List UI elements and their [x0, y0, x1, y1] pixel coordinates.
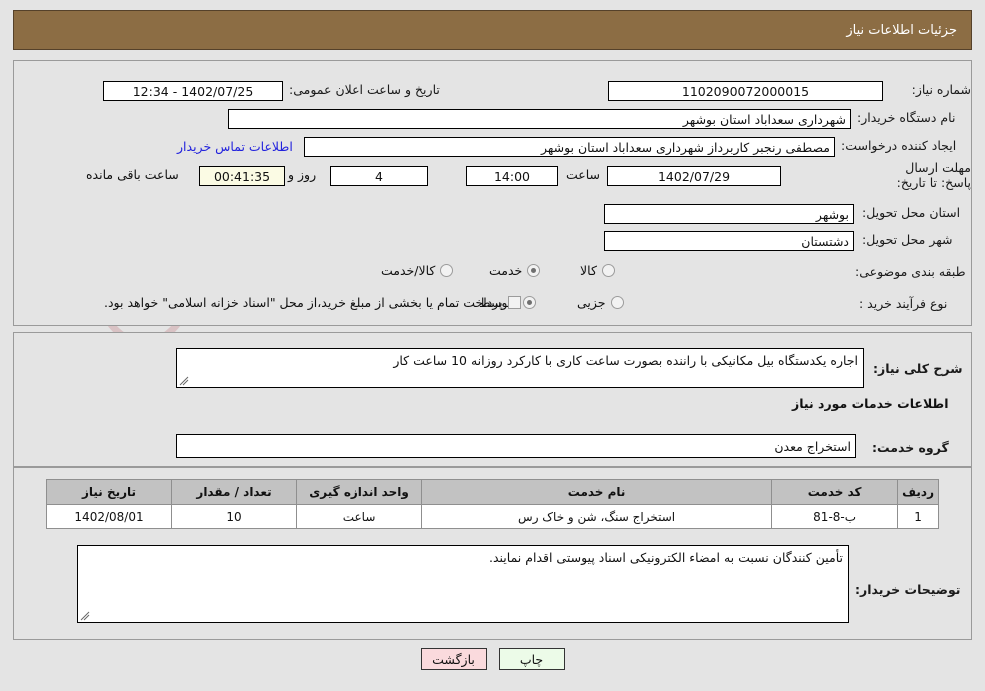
delivery-city-label-wrap: شهر محل تحویل:	[862, 232, 952, 247]
purchase-process-option-jozii[interactable]: جزیی	[577, 295, 624, 310]
delivery-city-field[interactable]: دشتستان	[604, 231, 854, 251]
page-root: AriaTender.net جزئیات اطلاعات نیاز شماره…	[0, 0, 985, 691]
deadline-label-wrap: مهلت ارسال پاسخ: تا تاریخ:	[889, 160, 971, 190]
subject-category-option-khedmat[interactable]: خدمت	[489, 263, 541, 278]
purchase-process-label: نوع فرآیند خرید :	[859, 296, 948, 311]
announce-datetime-label-wrap: تاریخ و ساعت اعلان عمومی:	[289, 82, 440, 97]
table-row: 1 ب-8-81 استخراج سنگ، شن و خاک رس ساعت 1…	[45, 504, 939, 529]
islamic-treasury-checkbox-label: پرداخت تمام یا بخشی از مبلغ خرید،از محل …	[104, 295, 503, 310]
need-number-label-wrap: شماره نیاز:	[889, 82, 971, 97]
col-service-name: نام خدمت	[421, 479, 773, 505]
radio-kala-label: کالا	[580, 263, 597, 278]
summary-label-wrap: شرح کلی نیاز:	[873, 361, 962, 376]
col-service-code: کد خدمت	[771, 479, 899, 505]
delivery-province-field[interactable]: بوشهر	[604, 204, 854, 224]
deadline-hour-label-wrap: ساعت	[566, 167, 600, 182]
footer-button-bar: بازگشت چاپ	[0, 648, 985, 670]
islamic-treasury-checkbox-icon[interactable]	[507, 296, 521, 309]
buyer-notes-label: توضیحات خریدار:	[855, 582, 961, 597]
service-group-label-wrap: گروه خدمت:	[872, 440, 949, 455]
cell-service-name: استخراج سنگ، شن و خاک رس	[421, 504, 773, 529]
cell-service-code: ب-8-81	[771, 504, 899, 529]
subject-category-label-wrap: طبقه بندی موضوعی:	[855, 264, 966, 279]
resize-grip-icon-2[interactable]	[80, 611, 90, 621]
cell-unit: ساعت	[296, 504, 423, 529]
buyer-contact-link-wrap: اطلاعات تماس خریدار	[177, 139, 293, 154]
request-creator-label-wrap: ایجاد کننده درخواست:	[841, 138, 956, 153]
deadline-countdown-suffix: ساعت باقی مانده	[86, 167, 179, 182]
service-group-label: گروه خدمت:	[872, 440, 949, 455]
items-table: ردیف کد خدمت نام خدمت واحد اندازه گیری ت…	[45, 479, 939, 529]
resize-grip-icon[interactable]	[179, 376, 189, 386]
delivery-province-label-wrap: استان محل تحویل:	[862, 205, 960, 220]
table-header-row: ردیف کد خدمت نام خدمت واحد اندازه گیری ت…	[45, 479, 939, 505]
radio-motevaset-icon[interactable]	[523, 296, 537, 309]
cell-quantity: 10	[171, 504, 298, 529]
request-creator-label: ایجاد کننده درخواست:	[841, 138, 957, 153]
print-button[interactable]: چاپ	[498, 648, 565, 670]
deadline-days-suffix: روز و	[288, 167, 317, 182]
buyer-contact-link[interactable]: اطلاعات تماس خریدار	[177, 139, 293, 154]
deadline-hour-field[interactable]: 14:00	[466, 166, 558, 186]
subject-category-label: طبقه بندی موضوعی:	[855, 264, 966, 279]
radio-kala-khedmat-label: کالا/خدمت	[381, 263, 436, 278]
need-number-label: شماره نیاز:	[911, 82, 971, 97]
back-button[interactable]: بازگشت	[420, 648, 487, 670]
deadline-label: مهلت ارسال پاسخ: تا تاریخ:	[896, 160, 971, 190]
deadline-hour-label: ساعت	[566, 167, 601, 182]
radio-khedmat-icon[interactable]	[527, 264, 541, 277]
page-title-text: جزئیات اطلاعات نیاز	[846, 22, 957, 38]
buyer-org-field[interactable]: شهرداری سعداباد استان بوشهر	[228, 109, 851, 129]
deadline-days-field[interactable]: 4	[330, 166, 428, 186]
islamic-treasury-checkbox-row[interactable]: پرداخت تمام یا بخشی از مبلغ خرید،از محل …	[104, 295, 521, 310]
col-need-date: تاریخ نیاز	[45, 479, 173, 505]
col-unit: واحد اندازه گیری	[296, 479, 423, 505]
subject-category-option-kala-khedmat[interactable]: کالا/خدمت	[381, 263, 454, 278]
deadline-days-suffix-wrap: روز و	[288, 167, 316, 182]
summary-textarea[interactable]: اجاره یکدستگاه بیل مکانیکی با راننده بصو…	[176, 348, 864, 388]
page-title: جزئیات اطلاعات نیاز	[13, 10, 972, 50]
radio-kala-khedmat-icon[interactable]	[440, 264, 454, 277]
request-creator-field[interactable]: مصطفی رنجبر کاربرداز شهرداری سعداباد است…	[304, 137, 835, 157]
buyer-org-label: نام دستگاه خریدار:	[857, 110, 956, 125]
announce-datetime-label: تاریخ و ساعت اعلان عمومی:	[289, 82, 440, 97]
delivery-city-label: شهر محل تحویل:	[862, 232, 953, 247]
buyer-notes-label-wrap: توضیحات خریدار:	[855, 582, 961, 597]
buyer-notes-textarea[interactable]: تأمین کنندگان نسبت به امضاء الکترونیکی ا…	[77, 545, 849, 623]
radio-jozii-icon[interactable]	[610, 296, 624, 309]
service-group-field[interactable]: استخراج معدن	[176, 434, 856, 458]
cell-radif: 1	[897, 504, 939, 529]
buyer-org-label-wrap: نام دستگاه خریدار:	[857, 110, 955, 125]
deadline-countdown-field: 00:41:35	[199, 166, 285, 186]
need-number-field[interactable]: 1102090072000015	[608, 81, 883, 101]
col-quantity: تعداد / مقدار	[171, 479, 298, 505]
summary-text: اجاره یکدستگاه بیل مکانیکی با راننده بصو…	[393, 353, 858, 368]
radio-kala-icon[interactable]	[601, 264, 615, 277]
announce-datetime-field[interactable]: 1402/07/25 - 12:34	[103, 81, 283, 101]
cell-need-date: 1402/08/01	[45, 504, 173, 529]
deadline-date-field[interactable]: 1402/07/29	[607, 166, 781, 186]
purchase-process-label-wrap: نوع فرآیند خرید :	[859, 296, 947, 311]
subject-category-option-kala[interactable]: کالا	[580, 263, 615, 278]
summary-label: شرح کلی نیاز:	[873, 361, 963, 376]
col-radif: ردیف	[897, 479, 939, 505]
deadline-countdown-suffix-wrap: ساعت باقی مانده	[86, 167, 179, 182]
services-section-heading: اطلاعات خدمات مورد نیاز	[792, 396, 949, 411]
radio-jozii-label: جزیی	[577, 295, 606, 310]
radio-khedmat-label: خدمت	[489, 263, 523, 278]
buyer-notes-text: تأمین کنندگان نسبت به امضاء الکترونیکی ا…	[488, 550, 843, 565]
delivery-province-label: استان محل تحویل:	[862, 205, 961, 220]
